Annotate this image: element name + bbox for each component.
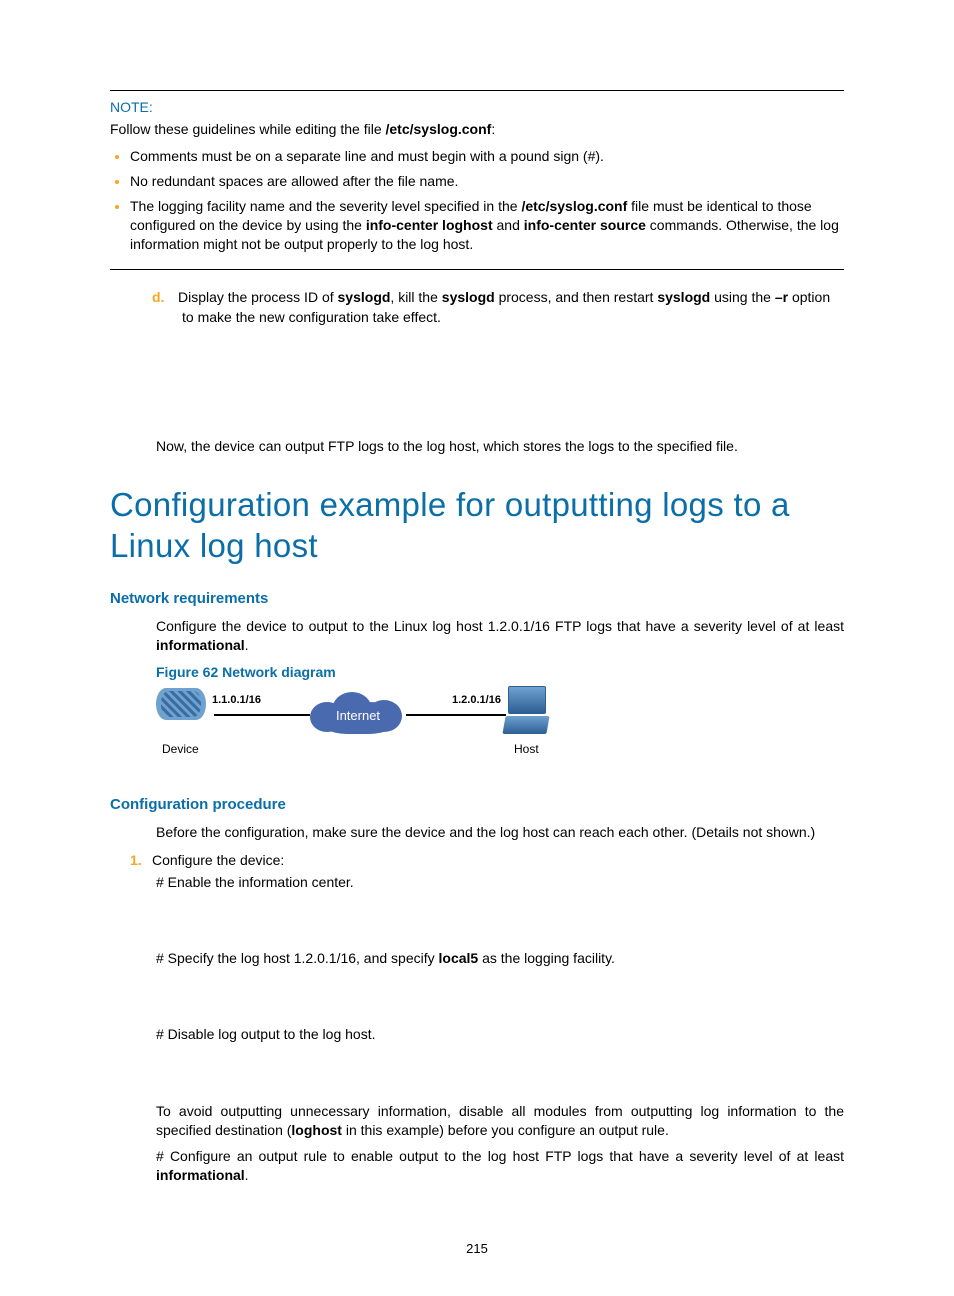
step-d: d.Display the process ID of syslogd, kil… <box>110 288 844 327</box>
link-left <box>214 714 310 716</box>
link-right <box>406 714 506 716</box>
network-diagram: Device 1.1.0.1/16 Internet 1.2.0.1/16 Ho… <box>156 686 576 768</box>
host-node <box>508 686 548 734</box>
note-bullet-3: The logging facility name and the severi… <box>130 197 844 254</box>
step-d-t3: process, and then restart <box>495 289 658 305</box>
summary-line: Now, the device can output FTP logs to t… <box>110 438 844 454</box>
proc-intro: Before the configuration, make sure the … <box>156 823 844 842</box>
note-b3-and: and <box>493 217 524 233</box>
step-d-t4: using the <box>710 289 775 305</box>
step1-enable-infocenter: # Enable the information center. <box>110 874 844 890</box>
step1-configure-rule: # Configure an output rule to enable out… <box>110 1147 844 1186</box>
step-d-b1: syslogd <box>338 289 391 305</box>
step1-disable-output: # Disable log output to the log host. <box>110 1026 844 1042</box>
host-monitor-icon <box>508 686 546 714</box>
step1-num: 1. <box>130 852 152 868</box>
host-base-icon <box>502 716 549 734</box>
s1e-bold: informational <box>156 1167 245 1183</box>
step-d-label: d. <box>152 288 178 308</box>
device-label: Device <box>162 742 199 756</box>
network-requirements-heading: Network requirements <box>110 590 844 607</box>
device-node <box>156 688 210 734</box>
note-b3-file: /etc/syslog.conf <box>521 198 627 214</box>
note-b3-pre: The logging facility name and the severi… <box>130 198 521 214</box>
netreq-pre: Configure the device to output to the Li… <box>156 618 844 634</box>
note-bullet-2: No redundant spaces are allowed after th… <box>130 172 844 191</box>
internet-cloud: Internet <box>310 692 406 740</box>
page-number: 215 <box>0 1241 954 1256</box>
note-intro-post: : <box>491 121 495 137</box>
step1-label: Configure the device: <box>152 852 284 868</box>
host-label: Host <box>514 742 539 756</box>
step-d-b3: syslogd <box>657 289 710 305</box>
step-d-t2: , kill the <box>390 289 441 305</box>
config-procedure-heading: Configuration procedure <box>110 796 844 813</box>
note-label: NOTE: <box>110 99 844 115</box>
s1e-pre: # Configure an output rule to enable out… <box>156 1148 844 1164</box>
step-d-t1: Display the process ID of <box>178 289 338 305</box>
step-d-b4: –r <box>775 289 788 305</box>
document-page: NOTE: Follow these guidelines while edit… <box>0 0 954 1296</box>
note-intro-pre: Follow these guidelines while editing th… <box>110 121 386 137</box>
netreq-bold: informational <box>156 637 245 653</box>
step-d-b2: syslogd <box>442 289 495 305</box>
note-b3-cmd2: info-center source <box>524 217 646 233</box>
note-box: NOTE: Follow these guidelines while edit… <box>110 90 844 270</box>
s1d-post: in this example) before you configure an… <box>342 1122 669 1138</box>
note-bullet-list: Comments must be on a separate line and … <box>110 147 844 253</box>
step1-specify-loghost: # Specify the log host 1.2.0.1/16, and s… <box>110 950 844 966</box>
s1b-pre: # Specify the log host 1.2.0.1/16, and s… <box>156 950 439 966</box>
netreq-post: . <box>245 637 249 653</box>
netreq-para: Configure the device to output to the Li… <box>156 617 844 656</box>
s1d-bold: loghost <box>291 1122 342 1138</box>
cloud-text: Internet <box>310 708 406 723</box>
step1-avoid-note: To avoid outputting unnecessary informat… <box>110 1102 844 1141</box>
section-title: Configuration example for outputting log… <box>110 484 844 567</box>
figure-caption: Figure 62 Network diagram <box>156 664 844 680</box>
router-icon <box>156 688 206 720</box>
ip-right: 1.2.0.1/16 <box>452 694 501 706</box>
note-bullet-1: Comments must be on a separate line and … <box>130 147 844 166</box>
note-intro-file: /etc/syslog.conf <box>386 121 492 137</box>
note-b3-cmd1: info-center loghost <box>366 217 493 233</box>
proc-step-1: 1.Configure the device: <box>110 852 844 868</box>
note-intro: Follow these guidelines while editing th… <box>110 121 844 137</box>
s1e-post: . <box>245 1167 249 1183</box>
ip-left: 1.1.0.1/16 <box>212 694 261 706</box>
s1b-bold: local5 <box>439 950 479 966</box>
s1b-post: as the logging facility. <box>478 950 615 966</box>
